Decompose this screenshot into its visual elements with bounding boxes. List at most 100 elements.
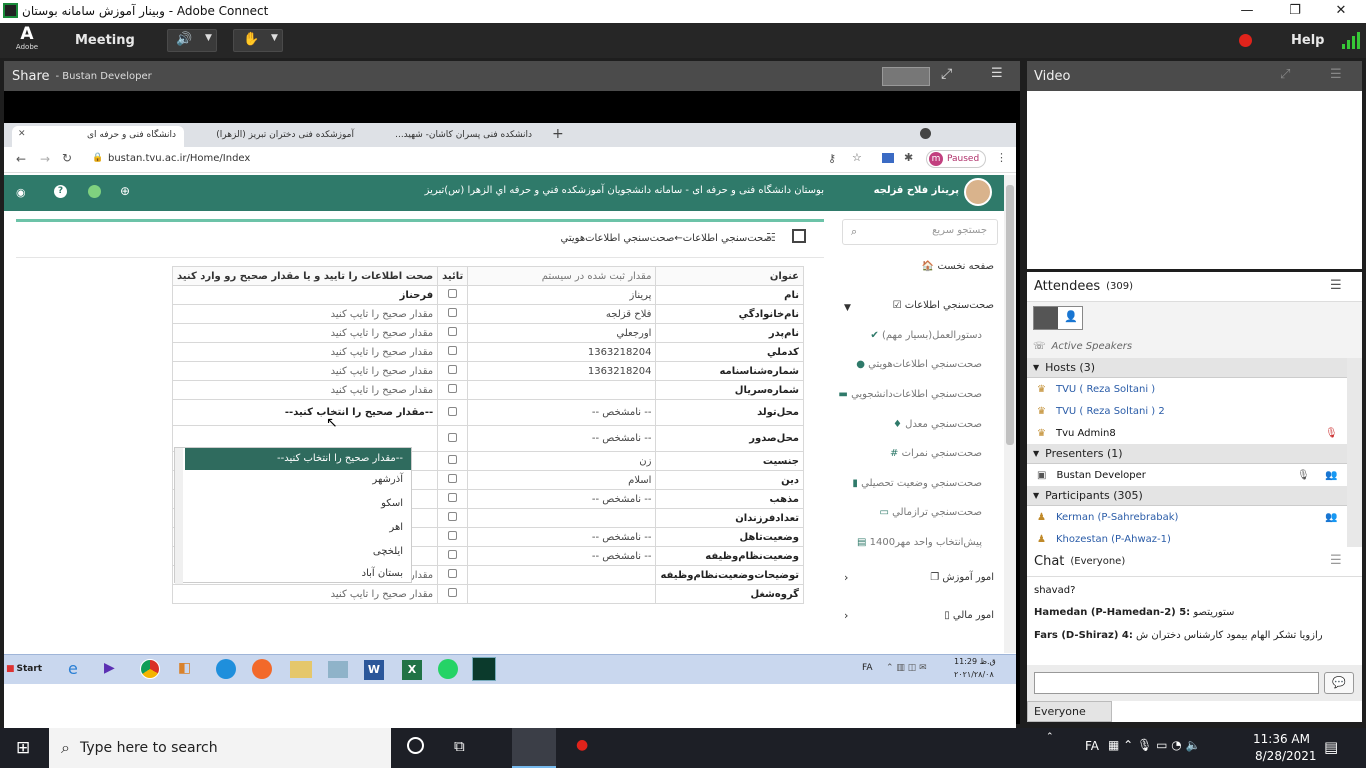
- confirm-checkbox[interactable]: [448, 455, 458, 464]
- dropdown-option[interactable]: اهر: [389, 522, 403, 533]
- recorder-icon[interactable]: ●: [576, 737, 588, 753]
- language-indicator[interactable]: FA: [1085, 739, 1099, 753]
- back-arrow-icon[interactable]: ←: [16, 152, 26, 166]
- view-toggle[interactable]: 👤: [1033, 306, 1083, 330]
- page-scrollbar[interactable]: [1004, 175, 1016, 653]
- participants-section-header[interactable]: ▼ Participants (305): [1027, 486, 1347, 506]
- sidebar-subitem[interactable]: صحت‌سنجي اطلاعات‌دانشجويي ▬: [838, 389, 982, 409]
- browser-tab-active[interactable]: دانشگاه فنی و حرفه ای ✕: [12, 126, 184, 147]
- scrollbar-thumb[interactable]: [1006, 185, 1014, 445]
- video-icon[interactable]: ◧: [178, 660, 191, 676]
- dropdown-selected-option[interactable]: --مقدار صحیح را انتخاب کنید--: [185, 448, 411, 470]
- sidebar-subitem[interactable]: صحت‌سنجي ترازمالي ▭: [880, 507, 982, 527]
- puzzle-icon[interactable]: ✱: [904, 151, 913, 164]
- meeting-menu[interactable]: Meeting: [75, 23, 135, 58]
- confirm-checkbox[interactable]: [448, 308, 458, 317]
- firefox-icon[interactable]: [252, 659, 272, 679]
- browser-tab[interactable]: آموزشکده فنی دختران تبریز (الزهرا): [192, 126, 362, 147]
- city-dropdown-list[interactable]: --مقدار صحیح را انتخاب کنید-- آذرشهر اسک…: [174, 447, 412, 584]
- pod-menu-icon[interactable]: ☰: [1330, 278, 1342, 293]
- minimize-button[interactable]: —: [1224, 0, 1270, 23]
- attendee-scrollbar[interactable]: [1347, 358, 1362, 547]
- dropdown-option[interactable]: بستان آباد: [362, 568, 403, 579]
- start-button[interactable]: ■ Start: [6, 658, 46, 680]
- save-icon[interactable]: [792, 229, 806, 243]
- raise-hand-control[interactable]: ✋ ▼: [233, 29, 283, 52]
- row-correct-input[interactable]: مقدار صحیح را تایپ کنید: [171, 380, 439, 400]
- excel-icon[interactable]: X: [402, 660, 422, 680]
- confirm-checkbox[interactable]: [448, 432, 458, 442]
- view-mode-toggle[interactable]: [882, 67, 930, 86]
- attendee-host[interactable]: ♛ TVU ( Reza Soltani ): [1027, 378, 1347, 400]
- help-icon[interactable]: ?: [54, 185, 67, 198]
- sidebar-subitem[interactable]: صحت‌سنجي معدل ♦: [893, 419, 982, 439]
- sidebar-subitem[interactable]: صحت‌سنجي نمرات #: [890, 448, 982, 468]
- send-message-icon[interactable]: 💬: [1324, 672, 1354, 694]
- whatsapp-icon[interactable]: [438, 659, 458, 679]
- status-icon[interactable]: [88, 185, 101, 198]
- adobe-connect-taskbar-icon[interactable]: [472, 657, 496, 681]
- attendee-participant[interactable]: ♟ Khozestan (P-Ahwaz-1): [1027, 528, 1347, 547]
- attendee-host[interactable]: ♛ Tvu Admin8 🎙: [1027, 422, 1347, 444]
- confirm-checkbox[interactable]: [448, 531, 458, 540]
- globe-icon[interactable]: ⊕: [120, 184, 130, 198]
- row-correct-input[interactable]: مقدار صحیح را تایپ کنید: [171, 304, 439, 324]
- confirm-checkbox[interactable]: [448, 550, 458, 559]
- presenters-section-header[interactable]: ▼ Presenters (1): [1027, 444, 1347, 464]
- chat-target-selector[interactable]: Everyone: [1027, 701, 1112, 722]
- chevron-right-icon[interactable]: ›: [844, 609, 848, 622]
- word-icon[interactable]: W: [364, 660, 384, 680]
- notification-icon[interactable]: ▤: [1324, 738, 1338, 756]
- maximize-button[interactable]: ❐: [1272, 0, 1318, 23]
- paused-profile-button[interactable]: m Paused: [926, 150, 986, 168]
- key-icon[interactable]: ⚷: [828, 152, 836, 165]
- row-correct-input[interactable]: مقدار صحیح را تایپ کنید: [171, 584, 439, 604]
- dropdown-scrollbar[interactable]: [175, 448, 183, 584]
- forward-arrow-icon[interactable]: →: [40, 152, 50, 166]
- app-icon[interactable]: [328, 661, 348, 678]
- confirm-checkbox[interactable]: [448, 474, 458, 483]
- speaker-volume-control[interactable]: 🔊 ▼: [167, 29, 217, 52]
- scroll-up-icon[interactable]: ⌃: [1046, 732, 1054, 742]
- sidebar-item-verify[interactable]: صحت‌سنجي اطلاعات ☑: [893, 300, 994, 320]
- extension-icon[interactable]: [882, 153, 894, 163]
- confirm-checkbox[interactable]: [448, 512, 458, 521]
- edge-icon[interactable]: [216, 659, 236, 679]
- pod-menu-icon[interactable]: ☰: [1330, 67, 1342, 82]
- close-button[interactable]: ✕: [1318, 0, 1364, 23]
- attendee-host[interactable]: ♛ TVU ( Reza Soltani ) 2: [1027, 400, 1347, 422]
- quick-search-input[interactable]: ⌕ جستجو سریع: [842, 219, 998, 245]
- row-correct-input[interactable]: --مقدار صحیح را انتخاب کنید--: [171, 399, 439, 426]
- adobe-connect-taskbar-button[interactable]: [512, 728, 556, 768]
- close-icon[interactable]: ✕: [18, 129, 26, 139]
- chat-input[interactable]: [1034, 672, 1319, 694]
- task-view-icon[interactable]: ⧉: [454, 737, 465, 755]
- recording-indicator-icon[interactable]: [1239, 34, 1252, 47]
- sidebar-subitem[interactable]: پيش‌انتخاب واحد مهر1400 ▤: [857, 537, 982, 557]
- dropdown-option[interactable]: آذرشهر: [372, 474, 403, 485]
- windows-start-icon[interactable]: ⊞: [16, 738, 30, 758]
- new-tab-plus-icon[interactable]: +: [552, 126, 564, 142]
- person-view-icon[interactable]: 👤: [1064, 310, 1078, 323]
- row-correct-input[interactable]: مقدار صحیح را تایپ کنید: [171, 361, 439, 381]
- confirm-checkbox[interactable]: [448, 365, 458, 374]
- confirm-checkbox[interactable]: [448, 569, 458, 578]
- star-icon[interactable]: ☆: [852, 151, 862, 164]
- confirm-checkbox[interactable]: [448, 588, 458, 597]
- url-field[interactable]: bustan.tvu.ac.ir/Home/Index: [108, 153, 250, 164]
- help-menu[interactable]: Help: [1291, 23, 1324, 58]
- avatar[interactable]: [964, 178, 992, 206]
- dropdown-option[interactable]: ایلخچی: [373, 546, 403, 557]
- pod-menu-icon[interactable]: ☰: [991, 66, 1003, 81]
- confirm-checkbox[interactable]: [448, 289, 458, 298]
- eye-icon[interactable]: ◉: [16, 186, 26, 199]
- row-correct-input[interactable]: مقدار صحیح را تایپ کنید: [171, 323, 439, 343]
- confirm-checkbox[interactable]: [448, 346, 458, 355]
- pod-menu-icon[interactable]: ☰: [1330, 553, 1342, 568]
- fullscreen-icon[interactable]: ⤢: [941, 66, 952, 82]
- attendee-participant[interactable]: ♟ Kerman (P-Sahrebrabak) 👥: [1027, 506, 1347, 528]
- confirm-checkbox[interactable]: [448, 327, 458, 336]
- row-correct-input[interactable]: فرحناز: [171, 285, 439, 305]
- sidebar-subitem[interactable]: دستورالعمل(بسيار مهم) ✔: [870, 330, 982, 350]
- sidebar-subitem[interactable]: صحت‌سنجي وضعيت تحصيلي ▮: [852, 478, 982, 498]
